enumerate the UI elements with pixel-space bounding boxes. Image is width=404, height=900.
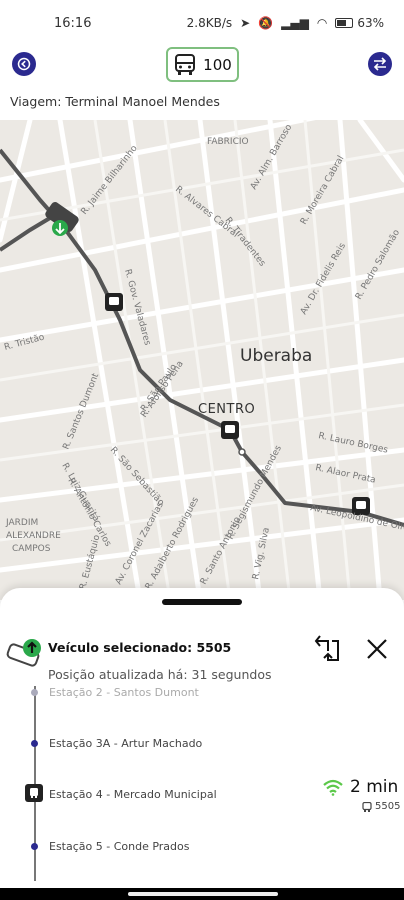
stop-label: Estação 4 - Mercado Municipal <box>49 788 217 801</box>
eta-vehicle-number: 5505 <box>375 801 401 812</box>
street-label: R. Afonso Pena <box>139 359 186 419</box>
back-circle-icon <box>17 57 31 71</box>
swap-direction-button[interactable] <box>368 52 392 76</box>
network-speed: 2.8KB/s <box>186 16 233 30</box>
close-icon[interactable] <box>364 636 390 662</box>
system-nav-bar <box>0 888 404 900</box>
neighborhood-label-3: CAMPOS <box>12 544 51 554</box>
selected-vehicle-title: Veículo selecionado: 5505 <box>48 640 232 655</box>
map-bus-stop[interactable] <box>221 421 239 439</box>
route-branch <box>0 213 57 252</box>
route-stop-dot <box>238 448 246 456</box>
city-label: Uberaba <box>240 346 312 366</box>
swap-direction-icon <box>373 57 387 71</box>
minor-streets <box>0 120 404 600</box>
battery-icon <box>335 18 354 28</box>
street-label: R. Lauro Borges <box>317 431 389 456</box>
trip-label: Viagem: Terminal Manoel Mendes <box>10 94 220 109</box>
eta-vehicle: 5505 <box>362 801 400 812</box>
sheet-drag-handle[interactable] <box>162 599 242 605</box>
current-stop-bus-icon <box>25 784 43 802</box>
realtime-signal-icon <box>323 779 343 796</box>
position-updated-text: Posição atualizada há: 31 segundos <box>48 667 272 682</box>
street-label: R. Pedro Salomão <box>354 228 402 302</box>
app-header: 100 <box>0 46 404 86</box>
vehicle-icon <box>6 639 41 667</box>
stop-dot <box>31 740 38 747</box>
status-bar: 16:16 2.8KB/s ➤ 🔕 ▂▄▆ ◠ 63% <box>0 0 404 46</box>
route-number: 100 <box>203 55 232 74</box>
vehicle-details-sheet: Veículo selecionado: 5505 Posição atuali… <box>0 588 404 888</box>
poi-label: FABRICIO <box>207 137 249 147</box>
signal-bars-icon: ▂▄▆ <box>281 16 309 30</box>
stop-label: Estação 3A - Artur Machado <box>49 737 203 750</box>
mute-icon: 🔕 <box>258 16 274 30</box>
battery-indicator: 63% <box>335 16 384 30</box>
share-route-icon[interactable] <box>314 634 346 664</box>
bus-icon <box>175 53 196 75</box>
status-time: 16:16 <box>54 15 92 31</box>
battery-level: 63% <box>357 16 384 30</box>
street-label: R. São Sebastião <box>108 445 166 508</box>
stop-dot <box>31 689 38 696</box>
neighborhood-label-1: JARDIM <box>5 518 38 528</box>
back-button[interactable] <box>12 52 36 76</box>
stop-label: Estação 2 - Santos Dumont <box>49 686 199 699</box>
location-icon: ➤ <box>240 16 251 30</box>
status-icons: 2.8KB/s ➤ 🔕 ▂▄▆ ◠ 63% <box>187 16 384 30</box>
map-bus-stop[interactable] <box>105 293 123 311</box>
eta-value: 2 min <box>350 777 399 797</box>
bus-icon <box>362 801 372 812</box>
map-view[interactable]: Uberaba CENTRO FABRICIO JARDIM ALEXANDRE… <box>0 120 404 600</box>
route-badge[interactable]: 100 <box>166 47 239 82</box>
wifi-icon: ◠ <box>316 16 328 30</box>
neighborhood-label-2: ALEXANDRE <box>6 531 61 541</box>
stop-label: Estação 5 - Conde Prados <box>49 840 190 853</box>
eta-display: 2 min <box>322 777 398 797</box>
district-label: CENTRO <box>198 402 255 417</box>
home-indicator[interactable] <box>128 892 278 896</box>
stop-dot <box>31 843 38 850</box>
map-canvas[interactable]: Uberaba CENTRO FABRICIO JARDIM ALEXANDRE… <box>0 120 404 600</box>
